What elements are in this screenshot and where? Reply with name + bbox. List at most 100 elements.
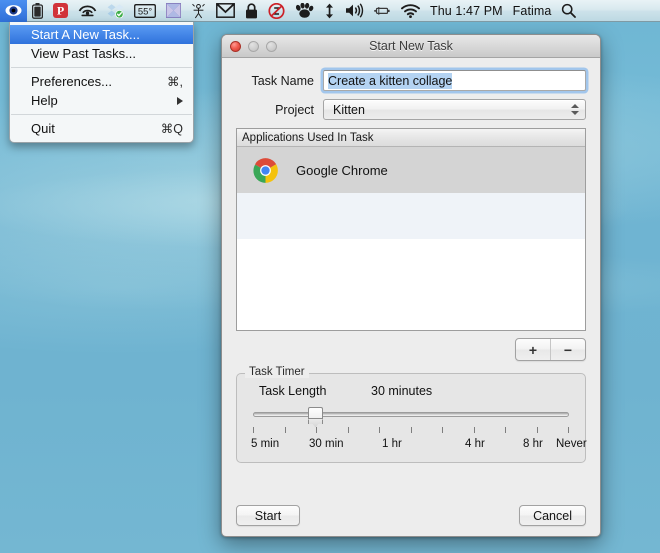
menubar-item-lock[interactable] — [240, 0, 263, 22]
slider-tick — [253, 427, 254, 433]
slider-tick — [505, 427, 506, 433]
slider-knob[interactable] — [308, 407, 323, 424]
slider-tick — [410, 427, 412, 433]
scale-label-4hr: 4 hr — [465, 438, 485, 450]
window-titlebar[interactable]: Start New Task — [222, 35, 600, 58]
applications-list[interactable]: Applications Used In Task Google Chrome — [236, 128, 586, 331]
updown-chevron-icon — [568, 101, 581, 119]
menubar-clock[interactable]: Thu 1:47 PM — [425, 0, 508, 22]
slider-tick — [473, 427, 475, 433]
menu-bar: P 55° Thu 1:47 PM Fatima — [0, 0, 660, 22]
menubar-item-wifi[interactable] — [396, 0, 425, 22]
slider-tick — [442, 427, 443, 433]
updown-icon — [326, 3, 333, 18]
task-name-row: Task Name Create a kitten collage — [236, 70, 586, 91]
gmail-icon — [216, 3, 235, 18]
desktop: P 55° Thu 1:47 PM Fatima Start A New Tas… — [0, 0, 660, 553]
project-select[interactable]: Kitten — [323, 99, 586, 120]
menu-item-help[interactable]: Help — [10, 91, 193, 110]
paw-icon — [295, 3, 314, 18]
menu-item-view-past-tasks[interactable]: View Past Tasks... — [10, 44, 193, 63]
slider-scale-labels: 5 min 30 min 1 hr 4 hr 8 hr Never — [251, 438, 587, 453]
bt-icon — [374, 6, 390, 15]
add-remove-segmented-control: + − — [515, 338, 586, 361]
add-remove-wrap: + − — [236, 338, 586, 361]
clock-text: Thu 1:47 PM — [430, 3, 503, 18]
menubar-item-pocket[interactable]: P — [48, 0, 73, 22]
start-button[interactable]: Start — [236, 505, 300, 526]
slider-tick — [284, 427, 286, 433]
airfoil-icon — [78, 5, 97, 17]
window-title: Start New Task — [369, 39, 453, 53]
close-button[interactable] — [230, 40, 241, 52]
menubar-item-volume[interactable] — [340, 0, 369, 22]
task-name-input[interactable]: Create a kitten collage — [323, 70, 586, 91]
window-body: Task Name Create a kitten collage Projec… — [222, 58, 600, 536]
slider-tick — [379, 427, 380, 433]
zoom-button[interactable] — [266, 40, 277, 52]
list-item-empty[interactable] — [237, 285, 585, 330]
scale-label-8hr: 8 hr — [523, 438, 543, 450]
slider-tick — [536, 427, 538, 433]
scale-label-never: Never — [556, 438, 587, 450]
menu-item-preferences[interactable]: Preferences... ⌘, — [10, 72, 193, 91]
search-icon — [562, 3, 577, 18]
scale-label-5min: 5 min — [251, 438, 280, 450]
slider-tick — [347, 427, 349, 433]
user-name-text: Fatima — [512, 3, 552, 18]
slider-track[interactable] — [253, 412, 569, 417]
menubar-item-temperature[interactable]: 55° — [129, 0, 161, 22]
temperature-icon: 55° — [134, 3, 156, 18]
task-length-label: Task Length — [259, 384, 327, 398]
menu-item-label: Start A New Task... — [31, 27, 140, 42]
task-length-slider[interactable] — [249, 407, 573, 425]
menu-item-quit[interactable]: Quit ⌘Q — [10, 119, 193, 138]
slider-tick — [316, 427, 317, 433]
list-item[interactable]: Google Chrome — [237, 147, 585, 193]
menubar-item-battery[interactable] — [27, 0, 48, 22]
speaker-icon — [346, 3, 364, 18]
pocket-icon: P — [53, 3, 68, 18]
svg-text:P: P — [57, 4, 64, 18]
menubar-item-display-arrows[interactable] — [319, 0, 340, 22]
project-value: Kitten — [333, 102, 365, 117]
menubar-item-airfoil[interactable] — [73, 0, 102, 22]
lock-icon — [246, 2, 257, 18]
cancel-button[interactable]: Cancel — [519, 505, 586, 526]
task-timer-legend: Task Timer — [245, 366, 309, 378]
minimize-button[interactable] — [248, 40, 259, 52]
menubar-item-bear-paw[interactable] — [290, 0, 319, 22]
menubar-item-dropbox[interactable] — [102, 0, 129, 22]
menu-item-label: Quit — [31, 121, 55, 136]
menubar-item-crashplan[interactable] — [161, 0, 186, 22]
applications-list-header: Applications Used In Task — [237, 129, 585, 147]
add-application-button[interactable]: + — [516, 339, 550, 360]
window-controls — [230, 40, 277, 52]
menu-item-label: Help — [31, 93, 58, 108]
menu-separator-1 — [11, 67, 192, 68]
task-name-value: Create a kitten collage — [328, 72, 453, 89]
application-name: Google Chrome — [296, 162, 388, 178]
menubar-item-gmail[interactable] — [211, 0, 240, 22]
menu-item-start-a-new-task[interactable]: Start A New Task... — [10, 25, 193, 44]
menubar-item-scrivener[interactable] — [186, 0, 211, 22]
menubar-item-bluetooth[interactable] — [369, 0, 396, 22]
menubar-user[interactable]: Fatima — [508, 0, 557, 22]
menubar-item-spotlight[interactable] — [556, 0, 581, 22]
app-dropdown-menu[interactable]: Start A New Task... View Past Tasks... P… — [9, 22, 194, 143]
start-new-task-window: Start New Task Task Name Create a kitten… — [221, 34, 601, 537]
scale-label-30min: 30 min — [309, 438, 344, 450]
dropbox-icon — [107, 4, 124, 18]
list-item-empty[interactable] — [237, 239, 585, 285]
wifi-icon — [401, 3, 420, 18]
slider-ticks — [253, 427, 569, 435]
menubar-item-do-not-disturb[interactable] — [263, 0, 290, 22]
remove-application-button[interactable]: − — [550, 339, 585, 360]
task-timer-group: Task Timer Task Length 30 minutes 5 min … — [236, 366, 587, 463]
list-item-empty[interactable] — [237, 193, 585, 239]
menubar-item-eye-icon[interactable] — [0, 0, 27, 22]
battery-icon — [32, 2, 43, 19]
project-label: Project — [275, 102, 314, 117]
menu-item-shortcut: ⌘Q — [160, 122, 183, 136]
applications-list-rows: Google Chrome — [237, 147, 585, 330]
